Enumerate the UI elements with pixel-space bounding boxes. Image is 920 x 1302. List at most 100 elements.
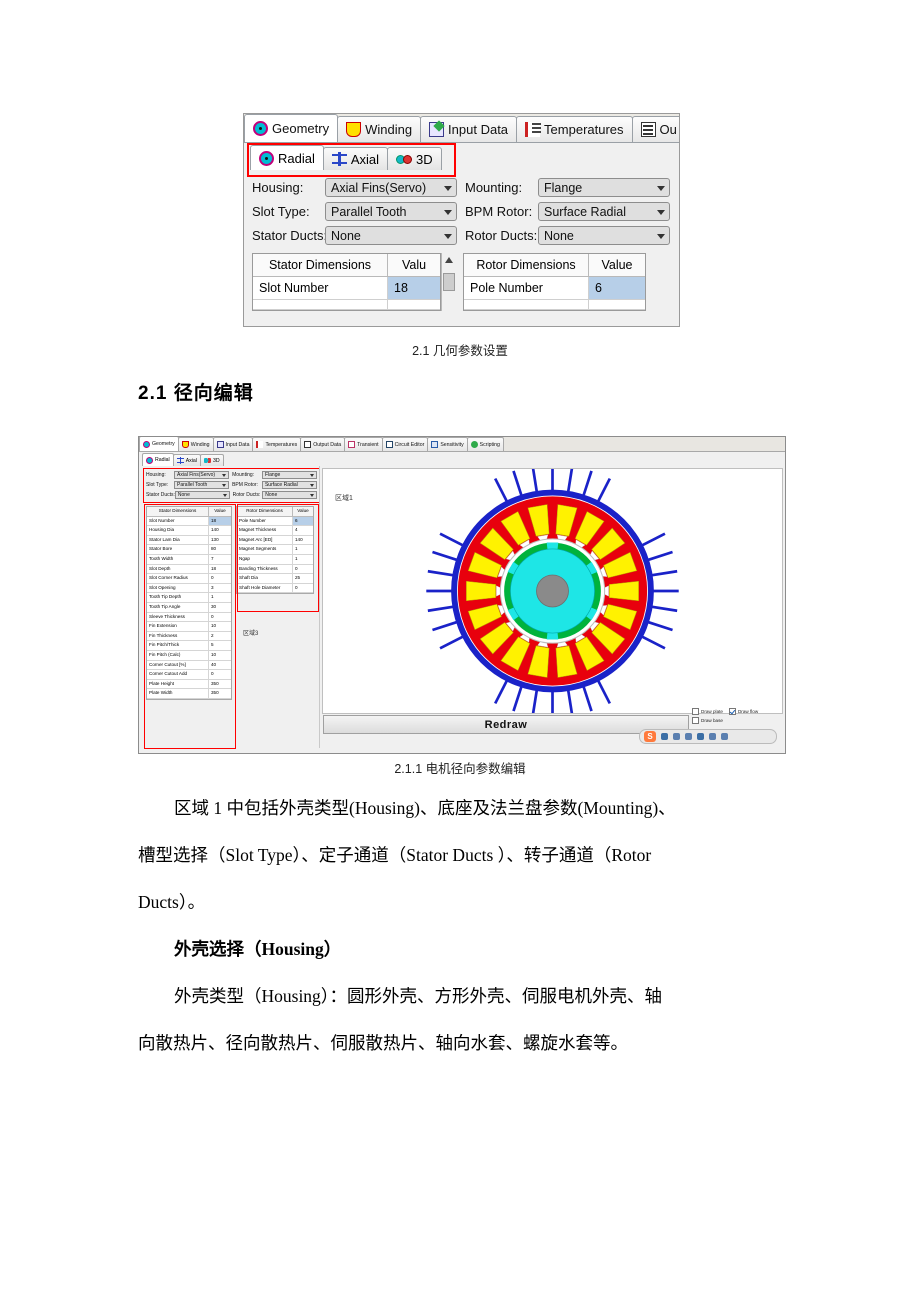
wrench-icon[interactable] — [721, 733, 728, 740]
table-row[interactable]: Fin Thickness 2 — [147, 631, 231, 642]
tab-input-data[interactable]: Input Data — [420, 116, 518, 142]
scroll-up-icon[interactable] — [445, 257, 453, 263]
table-row[interactable]: Banding Thickness 0 — [237, 564, 313, 575]
stator-dimensions-table[interactable]: Stator Dimensions Valu Slot Number 18 — [252, 253, 441, 311]
row-value[interactable]: 30 — [209, 603, 231, 613]
stator-table-scrollbar[interactable] — [441, 253, 455, 311]
stator-ducts-select[interactable]: None — [325, 226, 457, 245]
tab-scripting[interactable]: Scripting — [466, 437, 504, 451]
table-row[interactable]: Stator Bore 80 — [147, 545, 231, 555]
bpm-rotor-select[interactable]: Surface Radial — [538, 202, 670, 221]
bpm-rotor-select[interactable]: Surface Radial — [261, 481, 318, 489]
row-value[interactable]: 1 — [293, 555, 313, 565]
draw-base-checkbox[interactable]: Draw base — [692, 717, 782, 724]
table-row[interactable]: Slot Opening 3 — [147, 583, 231, 594]
table-row[interactable]: Slot Depth 18 — [147, 564, 231, 575]
row-value[interactable]: 0 — [209, 670, 231, 680]
user-icon[interactable] — [709, 733, 716, 740]
row-value[interactable]: 3 — [209, 584, 231, 594]
mounting-select[interactable]: Flange — [538, 178, 670, 197]
table-row[interactable]: Fin Extension 10 — [147, 622, 231, 632]
subtab-axial[interactable]: Axial — [322, 147, 389, 170]
slot-type-select[interactable]: Parallel Tooth — [325, 202, 457, 221]
row-value[interactable]: 140 — [209, 526, 231, 536]
draw-flow-checkbox[interactable]: Draw flow — [728, 708, 758, 715]
table-row[interactable]: Magnet Thickness 4 — [237, 526, 313, 536]
motor-cross-section-canvas[interactable]: 区域1 — [322, 468, 783, 714]
rotor-ducts-select[interactable]: None — [538, 226, 670, 245]
tab-geometry[interactable]: Geometry — [244, 114, 339, 142]
checkbox-icon[interactable] — [728, 708, 736, 715]
slot-type-select[interactable]: Parallel Tooth — [174, 481, 230, 489]
table-row[interactable]: Plate Width 350 — [147, 689, 231, 699]
table-row[interactable]: Tooth Width 7 — [147, 554, 231, 565]
panel-icon[interactable] — [697, 733, 704, 740]
row-value[interactable]: 130 — [209, 536, 231, 546]
main-tab-bar[interactable]: Geometry Winding Input Data Temperatures… — [139, 437, 785, 452]
row-value[interactable]: 140 — [293, 536, 313, 546]
row-value[interactable]: 2 — [209, 632, 231, 642]
row-value[interactable]: 10 — [209, 651, 231, 661]
row-value[interactable]: 4 — [293, 526, 313, 536]
draw-plate-checkbox[interactable]: Draw plate — [692, 708, 723, 715]
rotor-dimensions-table[interactable]: Rotor Dimensions Value Pole Number 6 — [463, 253, 646, 311]
table-row[interactable]: Shaft Hole Diameter 0 — [237, 583, 313, 594]
mounting-select[interactable]: Flange — [261, 471, 318, 479]
table-row[interactable]: Magnet Segments 1 — [237, 545, 313, 555]
table-row[interactable]: Fin Pitch (Calc) 10 — [147, 650, 231, 661]
table-row[interactable]: Sleeve Thickness 0 — [147, 612, 231, 623]
tab-sensitivity[interactable]: Sensitivity — [427, 437, 468, 451]
tab-temperatures[interactable]: Temperatures — [252, 437, 302, 451]
row-value[interactable]: 350 — [209, 680, 231, 690]
checkbox-icon[interactable] — [692, 708, 699, 715]
table-row[interactable]: Shaft Dia 25 — [237, 574, 313, 584]
tab-geometry[interactable]: Geometry — [139, 437, 179, 451]
row-value[interactable]: 0 — [293, 584, 313, 594]
table-row[interactable] — [464, 300, 645, 310]
row-value[interactable]: 18 — [388, 277, 440, 300]
music-icon[interactable] — [673, 733, 680, 740]
stator-ducts-select[interactable]: None — [174, 491, 230, 499]
table-row[interactable]: Ngap 1 — [237, 554, 313, 565]
table-row[interactable]: Corner Cutout [%] 40 — [147, 660, 231, 671]
redraw-button[interactable]: Redraw — [323, 715, 689, 734]
table-row[interactable]: Plate Height 350 — [147, 679, 231, 690]
row-value[interactable]: 25 — [293, 574, 313, 584]
subtab-radial[interactable]: Radial — [250, 145, 324, 170]
subtab-axial[interactable]: Axial — [172, 454, 201, 466]
table-row[interactable]: Slot Number 18 — [147, 516, 231, 527]
ime-toolbar[interactable]: S — [639, 729, 777, 744]
tab-temperatures[interactable]: Temperatures — [516, 116, 633, 142]
tab-input-data[interactable]: Input Data — [212, 437, 254, 451]
row-value[interactable]: 0 — [209, 613, 231, 623]
table-row[interactable] — [253, 300, 440, 310]
row-value[interactable]: 0 — [293, 565, 313, 575]
tab-winding[interactable]: Winding — [177, 437, 214, 451]
checkbox-icon[interactable] — [692, 717, 699, 724]
table-row[interactable]: Pole Number 6 — [464, 277, 645, 300]
tab-transient[interactable]: Transient — [344, 437, 383, 451]
row-value[interactable]: 6 — [293, 516, 313, 527]
table-row[interactable]: Slot Number 18 — [253, 277, 440, 300]
rotor-ducts-select[interactable]: None — [262, 491, 317, 499]
row-value[interactable]: 1 — [293, 545, 313, 555]
table-row[interactable]: Tooth Tip Angle 30 — [147, 602, 231, 613]
subtab-radial[interactable]: Radial — [142, 453, 174, 466]
housing-select[interactable]: Axial Fins(Servo) — [174, 471, 230, 479]
table-row[interactable]: Pole Number 6 — [237, 516, 313, 527]
table-row[interactable]: Magnet Arc [ED] 140 — [237, 535, 313, 546]
subtab-3d[interactable]: 3D — [387, 147, 442, 170]
sogou-ime-icon[interactable]: S — [644, 731, 656, 742]
rotor-dimensions-table[interactable]: Rotor Dimensions Value Pole Number 6 Magne… — [236, 506, 314, 595]
row-value[interactable]: 40 — [209, 661, 231, 671]
row-value[interactable]: 5 — [209, 641, 231, 651]
table-row[interactable]: Corner Cutout Add 0 — [147, 670, 231, 680]
table-row[interactable]: Tooth Tip Depth 1 — [147, 593, 231, 603]
table-row[interactable]: Housing Dia 140 — [147, 526, 231, 536]
stator-dimensions-table[interactable]: Stator Dimensions Value Slot Number 18 Hou… — [146, 506, 232, 700]
sub-tab-bar[interactable]: Radial Axial 3D — [246, 145, 679, 170]
table-row[interactable]: Slot Corner Radius 0 — [147, 574, 231, 584]
row-value[interactable]: 0 — [209, 574, 231, 584]
row-value[interactable]: 350 — [209, 689, 231, 699]
row-value[interactable]: 18 — [209, 565, 231, 575]
